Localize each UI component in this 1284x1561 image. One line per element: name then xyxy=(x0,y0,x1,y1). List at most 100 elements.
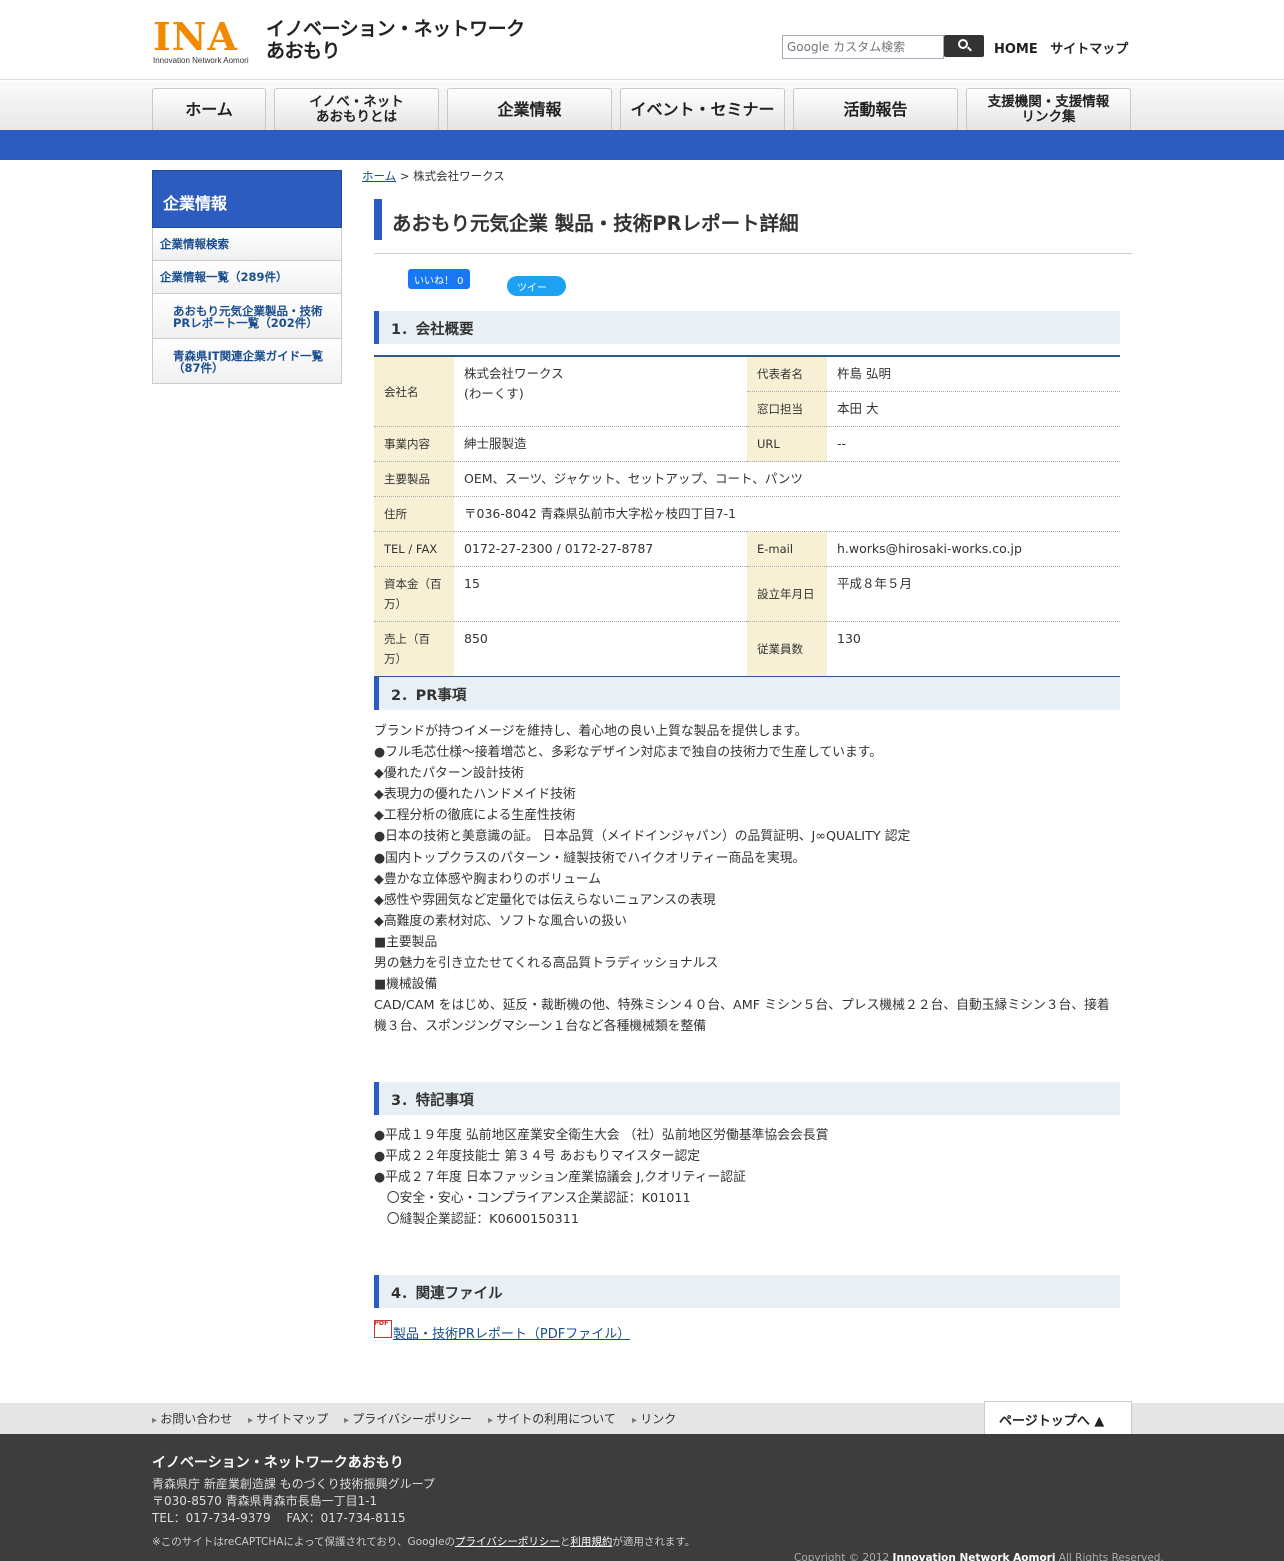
note-terms-link[interactable]: 利用規約 xyxy=(570,1536,612,1548)
sidebar-item-list[interactable]: 企業情報一覧（289件） xyxy=(152,261,342,294)
value-company-name: 株式会社ワークス (わーくす) xyxy=(454,356,747,427)
nav-about-line1: イノベ・ネット xyxy=(309,93,404,110)
label-company-name: 会社名 xyxy=(374,356,454,427)
facebook-like-label: いいね！ 0 xyxy=(414,276,464,287)
nav-about[interactable]: イノベ・ネット あおもりとは xyxy=(274,88,439,130)
nav-support-line2: リンク集 xyxy=(1021,108,1076,125)
notes-text: ●平成１９年度 弘前地区産業安全衛生大会 （社）弘前地区労働基準協会会長賞 ●平… xyxy=(374,1125,1120,1230)
nav-company-info[interactable]: 企業情報 xyxy=(447,88,612,130)
nav-support-links[interactable]: 支援機関・支援情報 リンク集 xyxy=(966,88,1131,130)
pr-line: ◆豊かな立体感や胸まわりのボリューム xyxy=(374,871,602,887)
value-company-name-line2: (わーくす) xyxy=(464,386,524,401)
company-info-table: 会社名 株式会社ワークス (わーくす) 代表者名 杵島 弘明 窓口担当 本田 大 … xyxy=(374,355,1120,678)
footer-link-privacy[interactable]: プライバシーポリシー xyxy=(344,1410,472,1427)
pdf-icon-text: PDF xyxy=(374,1319,389,1327)
sidebar-item-search[interactable]: 企業情報検索 xyxy=(152,228,342,261)
pr-line: ◆工程分析の徹底による生産性技術 xyxy=(374,808,576,824)
breadcrumb-home[interactable]: ホーム xyxy=(362,169,396,183)
label-capital: 資本金（百万） xyxy=(374,566,454,622)
label-tel-fax: TEL / FAX xyxy=(374,531,454,567)
pr-line: 男の魅力を引き立たせてくれる高品質トラディッショナルス xyxy=(374,956,719,972)
value-address: 〒036-8042 青森県弘前市大字松ヶ枝四丁目7-1 xyxy=(454,496,1120,532)
label-address: 住所 xyxy=(374,496,454,532)
note-line: 〇縫製企業認証：K0600150311 xyxy=(374,1212,579,1228)
nav-reports[interactable]: 活動報告 xyxy=(793,88,958,130)
footer-link-links[interactable]: リンク xyxy=(632,1410,676,1427)
value-products: OEM、スーツ、ジャケット、セットアップ、コート、パンツ xyxy=(454,461,1120,497)
value-contact: 本田 大 xyxy=(827,391,1120,427)
logo-subtext: Innovation Network Aomori xyxy=(153,56,249,65)
note-line: ●平成１９年度 弘前地区産業安全衛生大会 （社）弘前地区労働基準協会会長賞 xyxy=(374,1128,829,1143)
sidebar-item-pr-reports[interactable]: あおもり元気企業製品・技術PRレポート一覧（202件） xyxy=(152,294,342,339)
nav-home[interactable]: ホーム xyxy=(152,88,266,130)
pr-line: ●日本の技術と美意識の証。 日本品質（メイドインジャパン）の品質証明、J∞QUA… xyxy=(374,829,911,845)
logo-text: INA xyxy=(153,14,238,59)
copy-org: Innovation Network Aomori xyxy=(892,1552,1056,1561)
pdf-link-label[interactable]: 製品・技術PRレポート（PDFファイル） xyxy=(393,1323,630,1342)
label-contact: 窓口担当 xyxy=(747,391,827,427)
copy-post: All Rights Reserved. xyxy=(1055,1552,1164,1561)
note-privacy-link[interactable]: プライバシーポリシー xyxy=(455,1536,560,1548)
site-title-line1: イノベーション・ネットワーク xyxy=(266,18,525,40)
section-heading-files: 4．関連ファイル xyxy=(374,1275,1120,1308)
value-employees: 130 xyxy=(837,631,861,646)
footer-link-terms[interactable]: サイトの利用について xyxy=(488,1410,616,1427)
nav-events[interactable]: イベント・セミナー xyxy=(620,88,785,130)
note-line: ●平成２２年度技能士 第３４号 あおもりマイスター認定 xyxy=(374,1149,701,1165)
top-links: HOME サイトマップ xyxy=(994,38,1136,57)
label-representative: 代表者名 xyxy=(747,356,827,392)
value-business: 紳士服製造 xyxy=(454,426,747,462)
footer-address-line1: 青森県庁 新産業創造課 ものづくり技術振興グループ xyxy=(152,1477,435,1491)
site-footer: イノベーション・ネットワークあおもり 青森県庁 新産業創造課 ものづくり技術振興… xyxy=(0,1434,1284,1561)
facebook-like-button[interactable]: いいね！ 0 xyxy=(408,269,470,289)
note-post: が適用されます。 xyxy=(612,1536,696,1548)
breadcrumb: ホーム > 株式会社ワークス xyxy=(362,168,505,184)
label-business: 事業内容 xyxy=(374,426,454,462)
search-button[interactable] xyxy=(944,35,984,57)
site-title[interactable]: イノベーション・ネットワーク あおもり xyxy=(266,18,525,62)
label-email: E-mail xyxy=(747,531,827,567)
value-sales: 850 xyxy=(464,631,488,646)
tweet-button[interactable]: ツイート xyxy=(507,276,566,309)
page-title: あおもり元気企業 製品・技術PRレポート詳細 xyxy=(392,212,799,235)
footer-link-contact[interactable]: お問い合わせ xyxy=(152,1410,232,1427)
note-and: と xyxy=(559,1536,571,1548)
sidebar-title: 企業情報 xyxy=(152,170,342,228)
pr-line: ◆感性や雰囲気など定量化では伝えらないニュアンスの表現 xyxy=(374,892,716,908)
ina-logo[interactable]: INA Innovation Network Aomori xyxy=(153,18,257,66)
label-founded: 設立年月日 xyxy=(747,566,827,622)
pr-line: ●国内トップクラスのパターン・縫製技術でハイクオリティー商品を実現。 xyxy=(374,850,806,866)
label-sales: 売上（百万） xyxy=(374,621,454,677)
pr-line: ■主要製品 xyxy=(374,934,438,950)
pr-line: CAD/CAM をはじめ、延反・裁断機の他、特殊ミシン４０台、AMF ミシン５台… xyxy=(374,998,1110,1035)
global-nav: ホーム イノベ・ネット あおもりとは 企業情報 イベント・セミナー 活動報告 支援… xyxy=(0,81,1284,130)
nav-about-line2: あおもりとは xyxy=(316,108,397,125)
pr-line: ■機械設備 xyxy=(374,977,438,993)
search-input[interactable] xyxy=(782,35,944,59)
label-products: 主要製品 xyxy=(374,461,454,497)
nav-reports-label: 活動報告 xyxy=(843,99,908,119)
footer-address-line3: TEL：017-734-9379 FAX：017-734-8115 xyxy=(152,1511,406,1525)
site-header: INA Innovation Network Aomori イノベーション・ネッ… xyxy=(0,0,1284,80)
sitemap-link[interactable]: サイトマップ xyxy=(1050,42,1128,57)
pdf-icon: PDF xyxy=(374,1319,392,1338)
section-heading-notes: 3．特記事項 xyxy=(374,1082,1120,1115)
label-employees: 従業員数 xyxy=(747,621,827,677)
section-heading-overview: 1．会社概要 xyxy=(374,311,1120,344)
site-title-line2: あおもり xyxy=(266,40,341,62)
note-pre: ※このサイトはreCAPTCHAによって保護されており、Googleの xyxy=(152,1536,456,1548)
page-top-button[interactable]: ページトップへ ▲ xyxy=(984,1401,1132,1434)
value-url: -- xyxy=(827,426,1120,462)
recaptcha-note: ※このサイトはreCAPTCHAによって保護されており、Googleのプライバシ… xyxy=(152,1534,695,1549)
footer-link-sitemap[interactable]: サイトマップ xyxy=(248,1410,328,1427)
copy-pre: Copyright © 2012 xyxy=(794,1552,893,1561)
home-link[interactable]: HOME xyxy=(994,42,1038,57)
value-founded: 平成８年５月 xyxy=(827,566,1120,622)
section-heading-pr: 2．PR事項 xyxy=(374,677,1120,710)
footer-address-line2: 〒030-8570 青森県青森市長島一丁目1-1 xyxy=(152,1494,378,1508)
sidebar-item-it-guide[interactable]: 青森県IT関連企業ガイド一覧（87件） xyxy=(152,339,342,384)
pr-line: ブランドが持つイメージを維持し、着心地の良い上質な製品を提供します。 xyxy=(374,724,808,739)
breadcrumb-current: 株式会社ワークス xyxy=(413,169,505,183)
footer-address: 青森県庁 新産業創造課 ものづくり技術振興グループ 〒030-8570 青森県青… xyxy=(152,1476,435,1527)
value-representative: 杵島 弘明 xyxy=(827,356,1120,392)
